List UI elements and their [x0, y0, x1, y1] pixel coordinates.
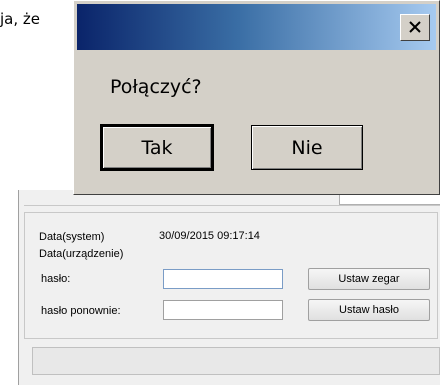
password-repeat-label: hasło ponownie:: [41, 305, 121, 317]
yes-button[interactable]: Tak: [100, 124, 214, 171]
password-label: hasło:: [41, 273, 71, 285]
divider: [24, 205, 440, 206]
set-clock-button[interactable]: Ustaw zegar: [308, 268, 430, 290]
date-system-label: Data(system): [39, 231, 105, 243]
settings-group: Data(system) 30/09/2015 09:17:14 Data(ur…: [24, 212, 438, 339]
dialog-titlebar[interactable]: [77, 4, 436, 50]
close-icon: [409, 21, 421, 33]
date-system-value: 30/09/2015 09:17:14: [159, 230, 260, 242]
status-bar: [32, 347, 440, 375]
password-field[interactable]: [163, 269, 283, 289]
dialog-message: Połączyć?: [110, 76, 202, 98]
background-partial-text: ja, że: [0, 10, 40, 28]
date-device-label: Data(urządzenie): [39, 248, 124, 260]
close-button[interactable]: [400, 14, 430, 41]
confirm-dialog: Połączyć? Tak Nie: [73, 0, 440, 195]
set-password-button[interactable]: Ustaw hasło: [308, 299, 430, 321]
no-button[interactable]: Nie: [251, 125, 363, 170]
password-repeat-field[interactable]: [163, 300, 283, 320]
settings-panel: Data(system) 30/09/2015 09:17:14 Data(ur…: [18, 190, 440, 385]
